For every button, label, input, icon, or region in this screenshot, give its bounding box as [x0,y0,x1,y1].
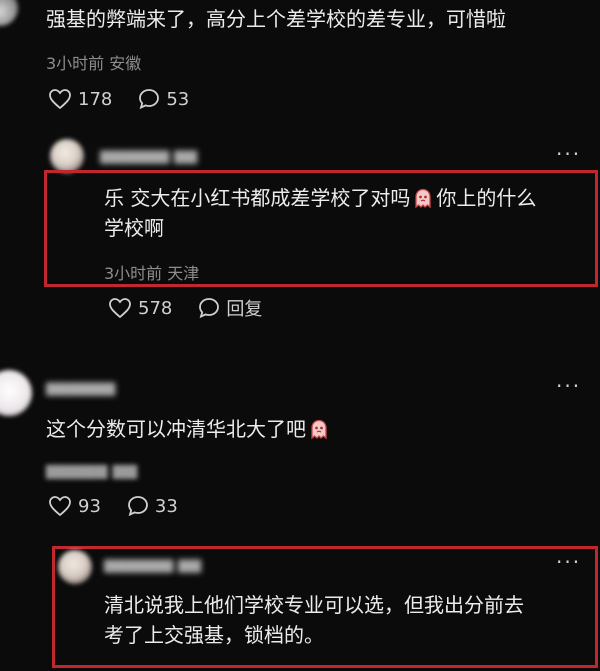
comment-time: 3小时前 [104,264,163,283]
comment-thread: 强基的弊端来了，高分上个差学校的差专业，可惜啦 3小时前 安徽 178 53 ▆… [0,0,600,671]
comment-meta: 3小时前 天津 [104,260,199,284]
comment-text: 强基的弊端来了，高分上个差学校的差专业，可惜啦 [46,7,506,31]
like-button[interactable]: 93 [48,495,101,517]
comment-icon [128,496,148,517]
comment-text-line2: 考了上交强基，锁档的。 [104,623,324,647]
like-count: 93 [78,495,101,517]
comment-text-part: 这个分数可以冲清华北大了吧 [46,417,306,441]
ghost-emoji-icon [308,418,330,448]
like-button[interactable]: 178 [48,88,112,110]
comment-text-part: 你上的什么 [436,186,537,210]
reply-label: 回复 [226,299,263,320]
comment-actions: 93 33 [48,495,204,517]
more-button[interactable]: ··· [556,550,581,574]
username-blurred[interactable]: ▆▆▆▆▆▆ ▆▆ [104,555,201,573]
comment-icon [139,89,160,110]
comment-icon [199,298,220,319]
avatar[interactable] [50,139,84,173]
comment-text-line2: 学校啊 [104,216,164,240]
comment-location: 安徽 [109,54,142,73]
reply-count: 33 [154,495,178,517]
reply-button[interactable]: 回复 [198,295,262,321]
comment-location: 天津 [167,264,200,283]
comment-text-line1: 清北说我上他们学校专业可以选，但我出分前去 [104,593,524,617]
username-blurred[interactable]: ▆▆▆▆▆▆ ▆▆ [100,146,197,164]
reply-count-button[interactable]: 33 [127,495,178,517]
comment-actions: 578 回复 [108,295,288,321]
like-count: 178 [78,88,113,110]
avatar[interactable] [0,0,18,26]
comment-actions: 178 53 [48,88,215,110]
like-count: 578 [138,297,173,319]
more-button[interactable]: ··· [556,142,581,166]
ghost-emoji-icon [412,187,434,217]
heart-icon [109,298,131,319]
avatar[interactable] [58,550,92,584]
reply-count: 53 [166,88,190,110]
comment-text: 这个分数可以冲清华北大了吧 [46,414,332,448]
comment-meta: 3小时前 安徽 [46,50,141,74]
comment-text: 乐 交大在小红书都成差学校了对吗 你上的什么 [104,183,536,217]
heart-icon [49,89,71,110]
more-button[interactable]: ··· [556,374,581,398]
comment-meta-blurred: ▆▆▆▆▆ ▆▆ [46,460,138,479]
reply-count-button[interactable]: 53 [138,88,189,110]
comment-text-part: 乐 交大在小红书都成差学校了对吗 [104,186,411,210]
like-button[interactable]: 578 [108,297,172,319]
avatar[interactable] [0,370,32,416]
username-blurred[interactable]: ▆▆▆▆▆▆ [46,378,115,396]
comment-time: 3小时前 [46,54,105,73]
heart-icon [49,496,71,517]
